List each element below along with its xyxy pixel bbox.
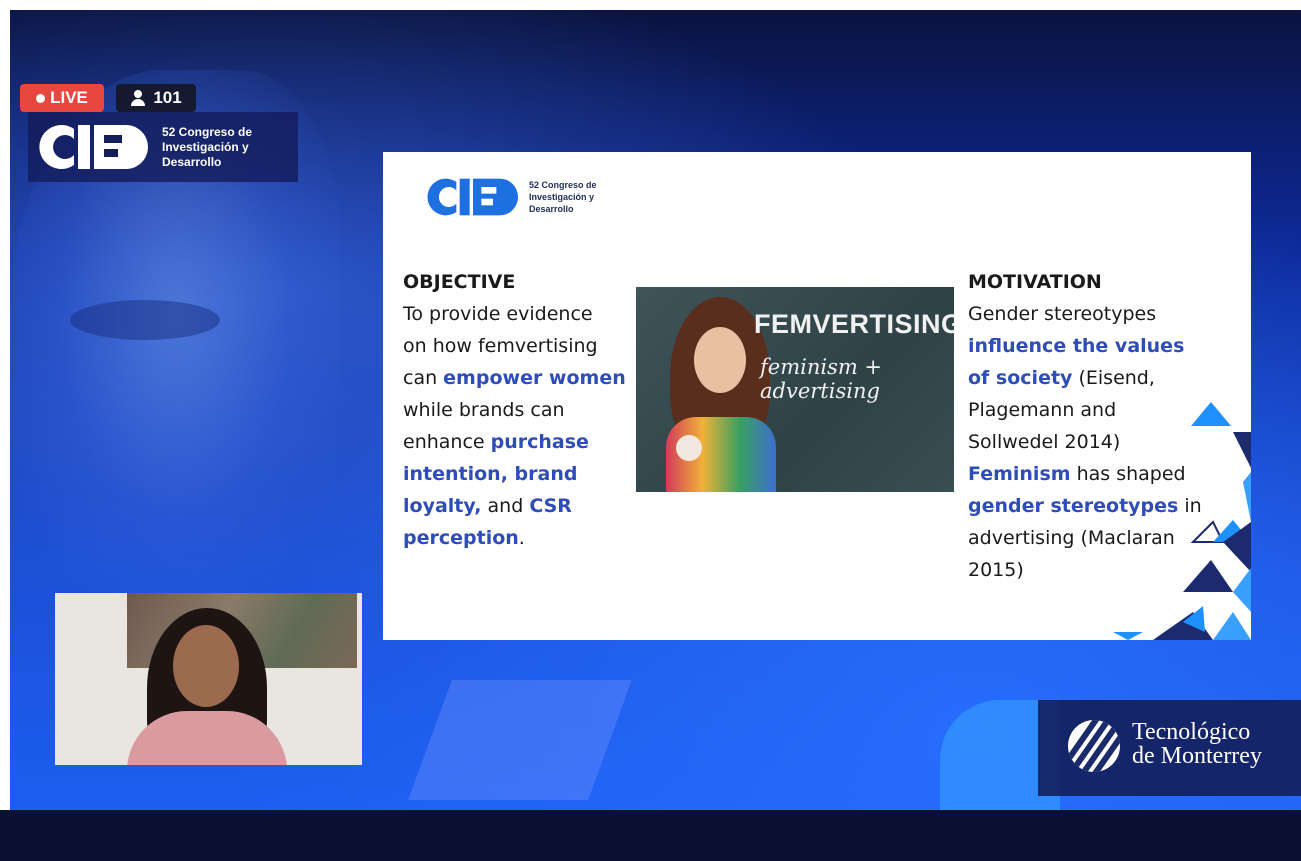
cid-logo-icon (34, 121, 154, 173)
objective-heading: OBJECTIVE (403, 271, 516, 293)
person-icon (130, 90, 146, 106)
slide-event-logo: 52 Congreso de Investigación y Desarroll… (423, 172, 597, 222)
image-subtitle: feminism + advertising (760, 355, 883, 403)
event-logo-overlay: 52 Congreso de Investigación y Desarroll… (28, 112, 298, 182)
live-badge: LIVE (20, 84, 104, 112)
femvertising-image: FEMVERTISING feminism + advertising (636, 287, 954, 492)
event-logo-text: 52 Congreso de Investigación y Desarroll… (162, 124, 253, 169)
sponsor-logo: Tecnológico de Monterrey (1038, 700, 1301, 796)
background-decor-shape (408, 680, 632, 800)
live-label: LIVE (50, 88, 88, 107)
sponsor-text: Tecnológico de Monterrey (1132, 719, 1262, 769)
motivation-heading: MOTIVATION (968, 271, 1102, 293)
egg-icon (676, 435, 702, 461)
stream-viewer: LIVE 101 52 Congreso de Investigación y … (0, 0, 1301, 861)
video-bottom-bar (0, 810, 1301, 861)
triangle-decoration (1113, 402, 1251, 640)
image-title: FEMVERTISING (754, 309, 954, 339)
viewer-count-badge: 101 (116, 84, 196, 112)
slide-logo-text: 52 Congreso de Investigación y Desarroll… (529, 180, 597, 214)
objective-section: OBJECTIVE To provide evidence on how fem… (403, 266, 643, 554)
presentation-slide: 52 Congreso de Investigación y Desarroll… (383, 152, 1251, 640)
tec-logo-icon (1068, 720, 1120, 772)
live-dot-icon (36, 93, 46, 103)
speaker-webcam (55, 593, 362, 765)
cid-logo-icon (427, 178, 518, 216)
background-face-eye (70, 300, 220, 340)
viewer-count: 101 (153, 88, 182, 107)
